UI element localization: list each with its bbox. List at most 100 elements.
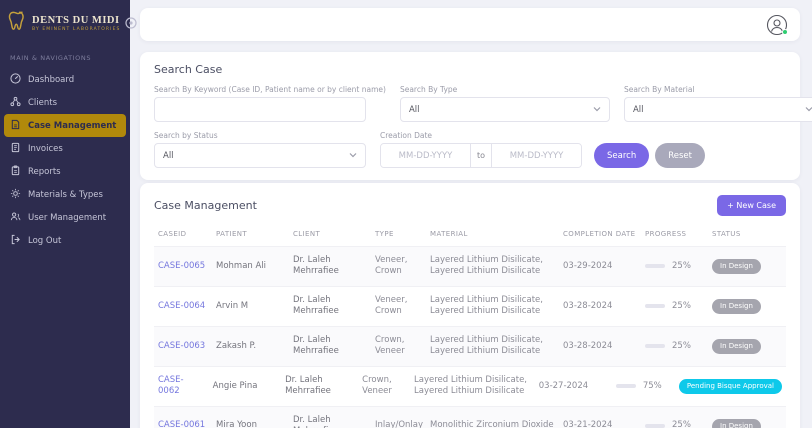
case-table: CASEID PATIENT CLIENT TYPE MATERIAL COMP… bbox=[154, 226, 786, 428]
col-material: MATERIAL bbox=[430, 230, 468, 238]
col-progress: PROGRESS bbox=[645, 230, 687, 238]
material-field: Search By Material All bbox=[623, 85, 812, 122]
sidebar-item-label: Reports bbox=[28, 166, 61, 177]
table-row: CASE-0064 Arvin M Dr. Laleh Mehrrafiee V… bbox=[154, 285, 786, 326]
sidebar-item-dashboard[interactable]: Dashboard bbox=[0, 68, 130, 91]
online-status-dot bbox=[782, 28, 788, 35]
completion-date-cell: 03-27-2024 bbox=[538, 380, 589, 391]
sidebar-item-user-management[interactable]: User Management bbox=[0, 206, 130, 229]
sidebar-item-materials-types[interactable]: Materials & Types bbox=[0, 183, 130, 206]
type-label: Search By Type bbox=[399, 85, 458, 94]
status-badge: Pending Bisque Approval bbox=[678, 378, 782, 394]
invoices-icon bbox=[10, 142, 21, 156]
sidebar-item-case-management[interactable]: Case Management bbox=[4, 114, 126, 137]
material-cell: Layered Lithium Disilicate, Layered Lith… bbox=[430, 255, 543, 277]
completion-date-cell: 03-28-2024 bbox=[563, 340, 613, 351]
client-cell: Dr. Laleh Mehrrafiee bbox=[293, 294, 339, 317]
type-cell: Crown, Veneer bbox=[362, 374, 392, 397]
reset-button[interactable]: Reset bbox=[655, 143, 705, 168]
case-id-link[interactable]: CASE-0064 bbox=[158, 301, 205, 311]
table-row: CASE-0065 Mohman Ali Dr. Laleh Mehrrafie… bbox=[154, 246, 786, 286]
case-id-link[interactable]: CASE-0063 bbox=[158, 341, 205, 351]
col-caseid: CASEID bbox=[158, 230, 187, 238]
patient-cell: Zakash P. bbox=[216, 340, 257, 351]
type-select[interactable]: All bbox=[399, 97, 610, 122]
patient-cell: Mira Yoon bbox=[216, 420, 257, 428]
sidebar-item-label: Materials & Types bbox=[28, 189, 103, 200]
client-cell: Dr. Laleh Mehrrafiee bbox=[293, 414, 339, 428]
patient-cell: Arvin M bbox=[216, 300, 249, 311]
tooth-logo-icon bbox=[8, 10, 28, 36]
progress-label: 25% bbox=[672, 420, 691, 428]
sidebar-item-clients[interactable]: Clients bbox=[0, 91, 130, 114]
sidebar-item-label: Dashboard bbox=[28, 74, 75, 85]
keyword-label: Search By Keyword (Case ID, Patient name… bbox=[154, 85, 386, 94]
sidebar-nav: Dashboard Clients Case Management Invoic… bbox=[0, 68, 130, 252]
chevron-down-icon bbox=[593, 105, 601, 115]
progress-cell: 25% bbox=[641, 333, 708, 360]
date-to-input[interactable] bbox=[492, 144, 582, 167]
type-select-value: All bbox=[408, 104, 420, 115]
type-cell: Veneer, Crown bbox=[375, 255, 408, 277]
col-type: TYPE bbox=[375, 230, 394, 238]
case-table-body: CASE-0065 Mohman Ali Dr. Laleh Mehrrafie… bbox=[154, 246, 786, 428]
search-button[interactable]: Search bbox=[594, 143, 650, 168]
status-select[interactable]: All bbox=[154, 143, 366, 168]
creation-date-field: Creation Date to Search Reset bbox=[380, 131, 705, 168]
sidebar-item-label: Invoices bbox=[28, 143, 63, 154]
material-label: Search By Material bbox=[623, 85, 695, 94]
user-avatar-icon[interactable] bbox=[766, 14, 788, 36]
table-title: Case Management bbox=[154, 199, 257, 212]
patient-cell: Angie Pina bbox=[212, 380, 258, 391]
material-cell: Layered Lithium Disilicate, Layered Lith… bbox=[414, 374, 527, 397]
user-management-icon bbox=[10, 211, 21, 225]
sidebar-item-log-out[interactable]: Log Out bbox=[0, 229, 130, 252]
client-cell: Dr. Laleh Mehrrafiee bbox=[285, 374, 331, 397]
case-id-link[interactable]: CASE-0062 bbox=[158, 375, 184, 396]
gear-icon bbox=[10, 188, 21, 202]
case-management-card: Case Management + New Case CASEID PATIEN… bbox=[140, 183, 800, 428]
keyword-input[interactable] bbox=[154, 97, 366, 122]
patient-cell: Mohman Ali bbox=[216, 260, 267, 271]
logout-icon bbox=[10, 234, 21, 248]
table-header-row: CASEID PATIENT CLIENT TYPE MATERIAL COMP… bbox=[154, 226, 786, 246]
table-row: CASE-0062 Angie Pina Dr. Laleh Mehrrafie… bbox=[154, 365, 786, 406]
progress-bar bbox=[645, 304, 665, 309]
type-cell: Veneer, Crown bbox=[375, 294, 408, 317]
progress-label: 25% bbox=[672, 260, 691, 271]
search-card-title: Search Case bbox=[154, 63, 223, 76]
material-cell: Layered Lithium Disilicate, Layered Lith… bbox=[430, 334, 543, 357]
client-cell: Dr. Laleh Mehrrafiee bbox=[293, 334, 339, 357]
keyword-field: Search By Keyword (Case ID, Patient name… bbox=[154, 85, 386, 122]
table-row: CASE-0063 Zakash P. Dr. Laleh Mehrrafiee… bbox=[154, 325, 786, 366]
sidebar-item-reports[interactable]: Reports bbox=[0, 160, 130, 183]
date-range-separator: to bbox=[470, 144, 493, 167]
case-id-link[interactable]: CASE-0061 bbox=[158, 420, 205, 428]
sidebar-item-label: User Management bbox=[28, 212, 107, 223]
material-select[interactable]: All bbox=[623, 97, 812, 122]
date-from-input[interactable] bbox=[381, 144, 470, 167]
clients-icon bbox=[10, 96, 21, 110]
status-badge: In Design bbox=[712, 298, 761, 315]
progress-bar bbox=[645, 424, 665, 428]
status-badge: In Design bbox=[712, 338, 761, 355]
new-case-button[interactable]: + New Case bbox=[717, 195, 786, 216]
status-badge: In Design bbox=[712, 258, 761, 275]
progress-cell: 25% bbox=[641, 412, 708, 428]
progress-bar bbox=[645, 344, 665, 349]
status-label: Search by Status bbox=[154, 131, 218, 140]
col-client: CLIENT bbox=[293, 230, 321, 238]
sidebar-item-invoices[interactable]: Invoices bbox=[0, 137, 130, 160]
status-badge: In Design bbox=[712, 418, 761, 428]
chevron-down-icon bbox=[805, 105, 812, 115]
progress-label: 25% bbox=[672, 300, 691, 311]
material-cell: Monolithic Zirconium Dioxide bbox=[430, 420, 554, 428]
progress-cell: 25% bbox=[641, 293, 708, 320]
case-id-link[interactable]: CASE-0065 bbox=[158, 261, 205, 271]
type-cell: Inlay/Onlay bbox=[375, 420, 424, 428]
col-completion-date: COMPLETION DATE bbox=[563, 230, 636, 238]
brand-tagline: BY EMINENT LABORATORIES bbox=[32, 26, 121, 32]
brand-name: DENTS DU MIDI bbox=[32, 14, 120, 26]
completion-date-cell: 03-28-2024 bbox=[563, 300, 613, 311]
progress-cell: 75% bbox=[612, 373, 675, 400]
